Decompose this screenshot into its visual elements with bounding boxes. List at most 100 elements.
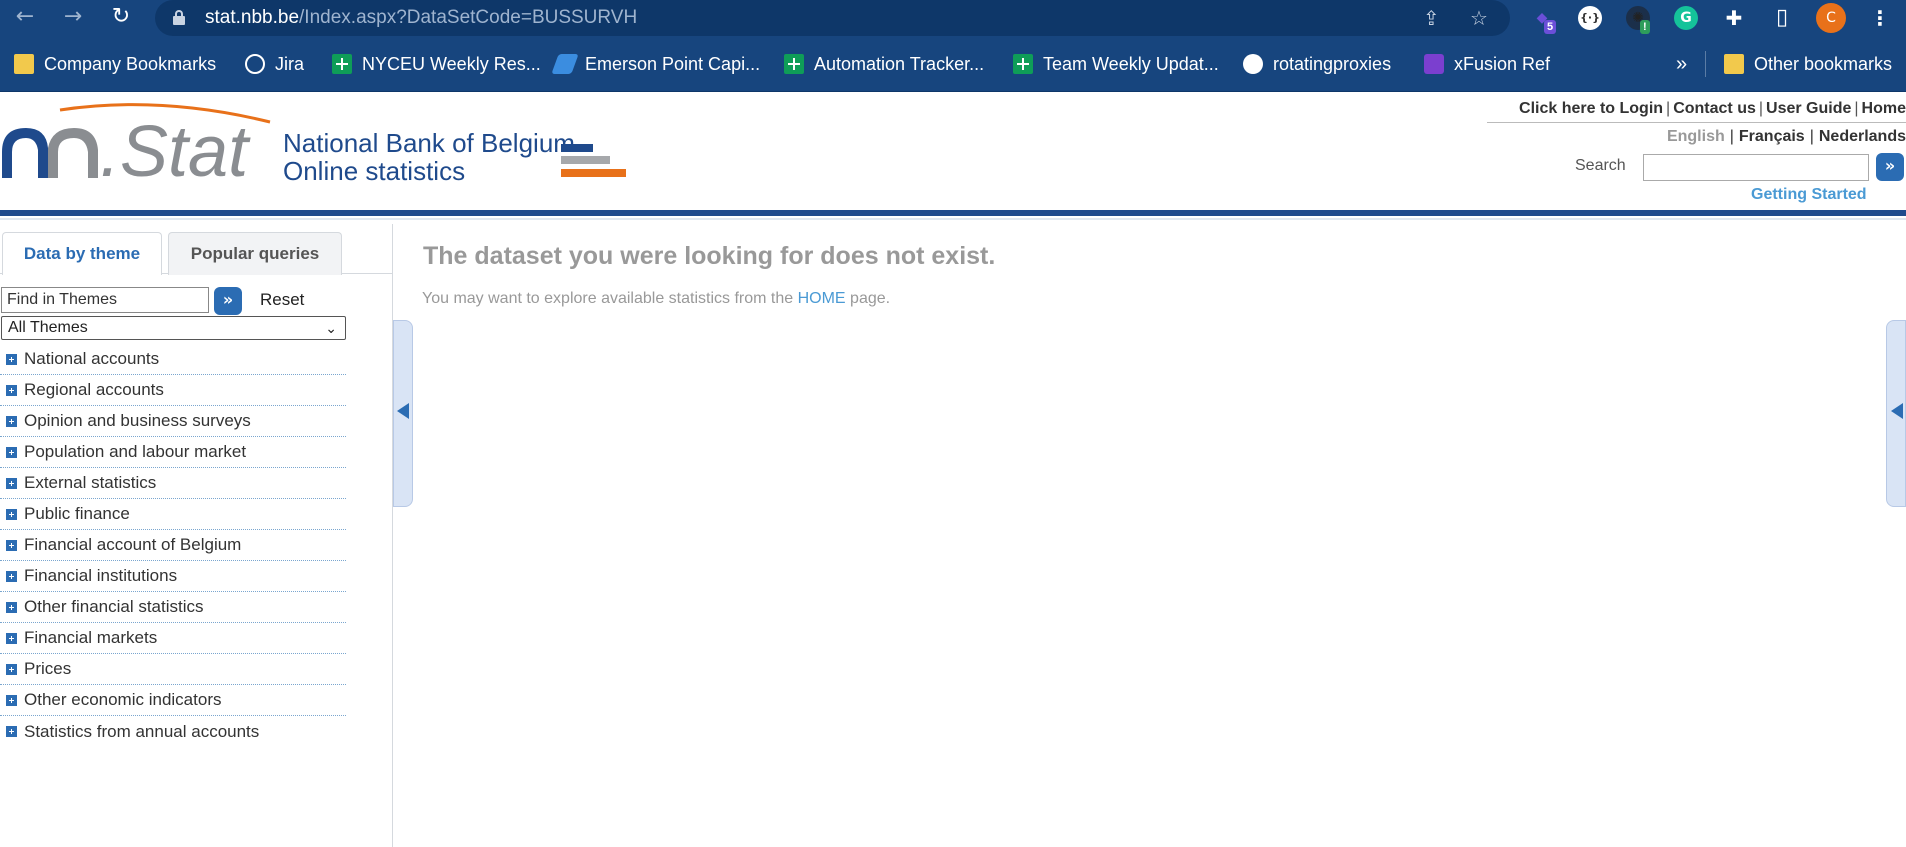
contact-link[interactable]: Contact us	[1673, 100, 1756, 117]
expand-icon[interactable]	[6, 570, 17, 582]
home-page-link[interactable]: HOME	[798, 290, 846, 307]
theme-item[interactable]: Regional accounts	[0, 375, 346, 406]
grammarly-icon[interactable]: G	[1674, 6, 1698, 30]
other-bookmarks[interactable]: Other bookmarks	[1724, 53, 1892, 75]
folder-icon	[14, 54, 34, 74]
extension-badge: 5	[1544, 20, 1557, 34]
collapse-left-icon	[397, 403, 409, 419]
bookmark-jira[interactable]: Jira	[245, 53, 304, 75]
bookmark-emerson-point[interactable]: Emerson Point Capi...	[551, 53, 760, 75]
profile-avatar[interactable]: C	[1816, 3, 1846, 33]
lang-nederlands[interactable]: Nederlands	[1819, 128, 1906, 145]
sheets-icon	[1013, 54, 1033, 74]
tab-popular-queries[interactable]: Popular queries	[168, 232, 342, 275]
share-icon[interactable]: ⇪	[1423, 6, 1440, 30]
language-links: English | Français | Nederlands	[1666, 128, 1906, 145]
bookmark-label: Company Bookmarks	[44, 53, 217, 74]
address-bar[interactable]: stat.nbb.be/Index.aspx?DataSetCode=BUSSU…	[155, 0, 1510, 36]
expand-icon[interactable]	[6, 632, 17, 644]
theme-list: National accounts Regional accounts Opin…	[0, 344, 346, 747]
theme-label: Public finance	[24, 504, 130, 523]
theme-item[interactable]: Public finance	[0, 499, 346, 530]
tab-data-by-theme[interactable]: Data by theme	[2, 232, 162, 275]
expand-icon[interactable]	[6, 477, 17, 489]
error-body-text: You may want to explore available statis…	[422, 290, 798, 307]
list-icon	[1424, 54, 1444, 74]
error-title: The dataset you were looking for does no…	[423, 242, 996, 270]
expand-icon[interactable]	[6, 384, 17, 396]
extension-warning-badge: !	[1640, 20, 1650, 34]
expand-icon[interactable]	[6, 415, 17, 427]
expand-icon[interactable]	[6, 508, 17, 520]
bookmark-rotatingproxies[interactable]: rotatingproxies	[1243, 53, 1391, 75]
search-input[interactable]	[1643, 154, 1869, 181]
theme-item[interactable]: Prices	[0, 654, 346, 685]
find-in-themes-input[interactable]: Find in Themes	[1, 287, 209, 313]
theme-label: Opinion and business surveys	[24, 411, 251, 430]
nbb-stat-logo[interactable]: .Stat National Bank of Belgium Online st…	[0, 100, 640, 190]
bookmark-company-bookmarks[interactable]: Company Bookmarks	[14, 53, 216, 75]
theme-select[interactable]: All Themes ⌄	[1, 316, 346, 340]
lang-english[interactable]: English	[1667, 128, 1725, 145]
browser-toolbar: ← → ↻ stat.nbb.be/Index.aspx?DataSetCode…	[0, 0, 1906, 36]
reset-button[interactable]: Reset	[260, 290, 304, 310]
lock-icon[interactable]	[173, 10, 185, 25]
theme-item[interactable]: Financial institutions	[0, 561, 346, 592]
theme-label: National accounts	[24, 349, 160, 368]
top-links: Click here to Login | Contact us | User Guid…	[1519, 100, 1906, 117]
back-icon[interactable]: ←	[8, 0, 42, 36]
bookmark-label: Other bookmarks	[1754, 53, 1893, 74]
folder-icon	[1724, 54, 1744, 74]
error-body: You may want to explore available statis…	[422, 290, 890, 308]
user-guide-link[interactable]: User Guide	[1766, 100, 1851, 117]
expand-icon[interactable]	[6, 539, 17, 551]
theme-item[interactable]: Statistics from annual accounts	[0, 716, 346, 747]
search-go-button[interactable]: »	[1876, 153, 1904, 181]
side-panel-icon[interactable]: ▯	[1770, 6, 1794, 30]
collapse-right-panel-handle[interactable]	[1886, 320, 1906, 507]
left-panel: Data by theme Popular queries Find in Th…	[0, 224, 393, 847]
bookmark-xfusion-ref[interactable]: xFusion Ref	[1424, 53, 1550, 75]
home-link[interactable]: Home	[1862, 100, 1906, 117]
bookmark-label: Automation Tracker...	[814, 53, 985, 74]
reload-icon[interactable]: ↻	[104, 0, 138, 36]
header-rule	[0, 210, 1906, 216]
expand-icon[interactable]	[6, 694, 17, 706]
theme-item[interactable]: Other economic indicators	[0, 685, 346, 716]
getting-started-link[interactable]: Getting Started	[1751, 186, 1867, 204]
puzzle-icon[interactable]: ✚	[1722, 6, 1746, 30]
theme-label: Financial institutions	[24, 566, 178, 585]
collapse-left-panel-handle[interactable]	[393, 320, 413, 507]
url-host: stat.nbb.be	[205, 7, 300, 28]
login-link[interactable]: Click here to Login	[1519, 100, 1663, 117]
forward-icon[interactable]: →	[56, 0, 90, 36]
expand-icon[interactable]	[6, 446, 17, 458]
expand-icon[interactable]	[6, 601, 17, 613]
bookmark-label: rotatingproxies	[1273, 53, 1392, 74]
star-icon[interactable]: ☆	[1470, 6, 1488, 30]
theme-label: Other financial statistics	[24, 597, 204, 616]
expand-icon[interactable]	[6, 353, 17, 365]
expand-icon[interactable]	[6, 663, 17, 675]
lang-francais[interactable]: Français	[1739, 128, 1805, 145]
extension-two-icon[interactable]: {·}	[1578, 6, 1602, 30]
find-go-button[interactable]: »	[214, 287, 242, 315]
menu-icon[interactable]: ⋮	[1868, 6, 1892, 30]
theme-item[interactable]: Financial markets	[0, 623, 346, 654]
pin-icon	[551, 54, 579, 74]
bookmarks-overflow-button[interactable]: »	[1676, 53, 1687, 75]
theme-label: Financial account of Belgium	[24, 535, 242, 554]
expand-icon[interactable]	[6, 726, 17, 737]
theme-item[interactable]: National accounts	[0, 344, 346, 375]
url-text[interactable]: stat.nbb.be/Index.aspx?DataSetCode=BUSSU…	[205, 7, 637, 29]
theme-item[interactable]: Other financial statistics	[0, 592, 346, 623]
theme-item[interactable]: Population and labour market	[0, 437, 346, 468]
bookmark-team-weekly[interactable]: Team Weekly Updat...	[1013, 53, 1219, 75]
bookmarks-bar: Company Bookmarks Jira NYCEU Weekly Res.…	[0, 36, 1906, 92]
theme-item[interactable]: Opinion and business surveys	[0, 406, 346, 437]
bookmark-nyceu-weekly[interactable]: NYCEU Weekly Res...	[332, 53, 541, 75]
bookmark-automation-tracker[interactable]: Automation Tracker...	[784, 53, 984, 75]
theme-item[interactable]: External statistics	[0, 468, 346, 499]
theme-item[interactable]: Financial account of Belgium	[0, 530, 346, 561]
globe-icon	[245, 54, 265, 74]
